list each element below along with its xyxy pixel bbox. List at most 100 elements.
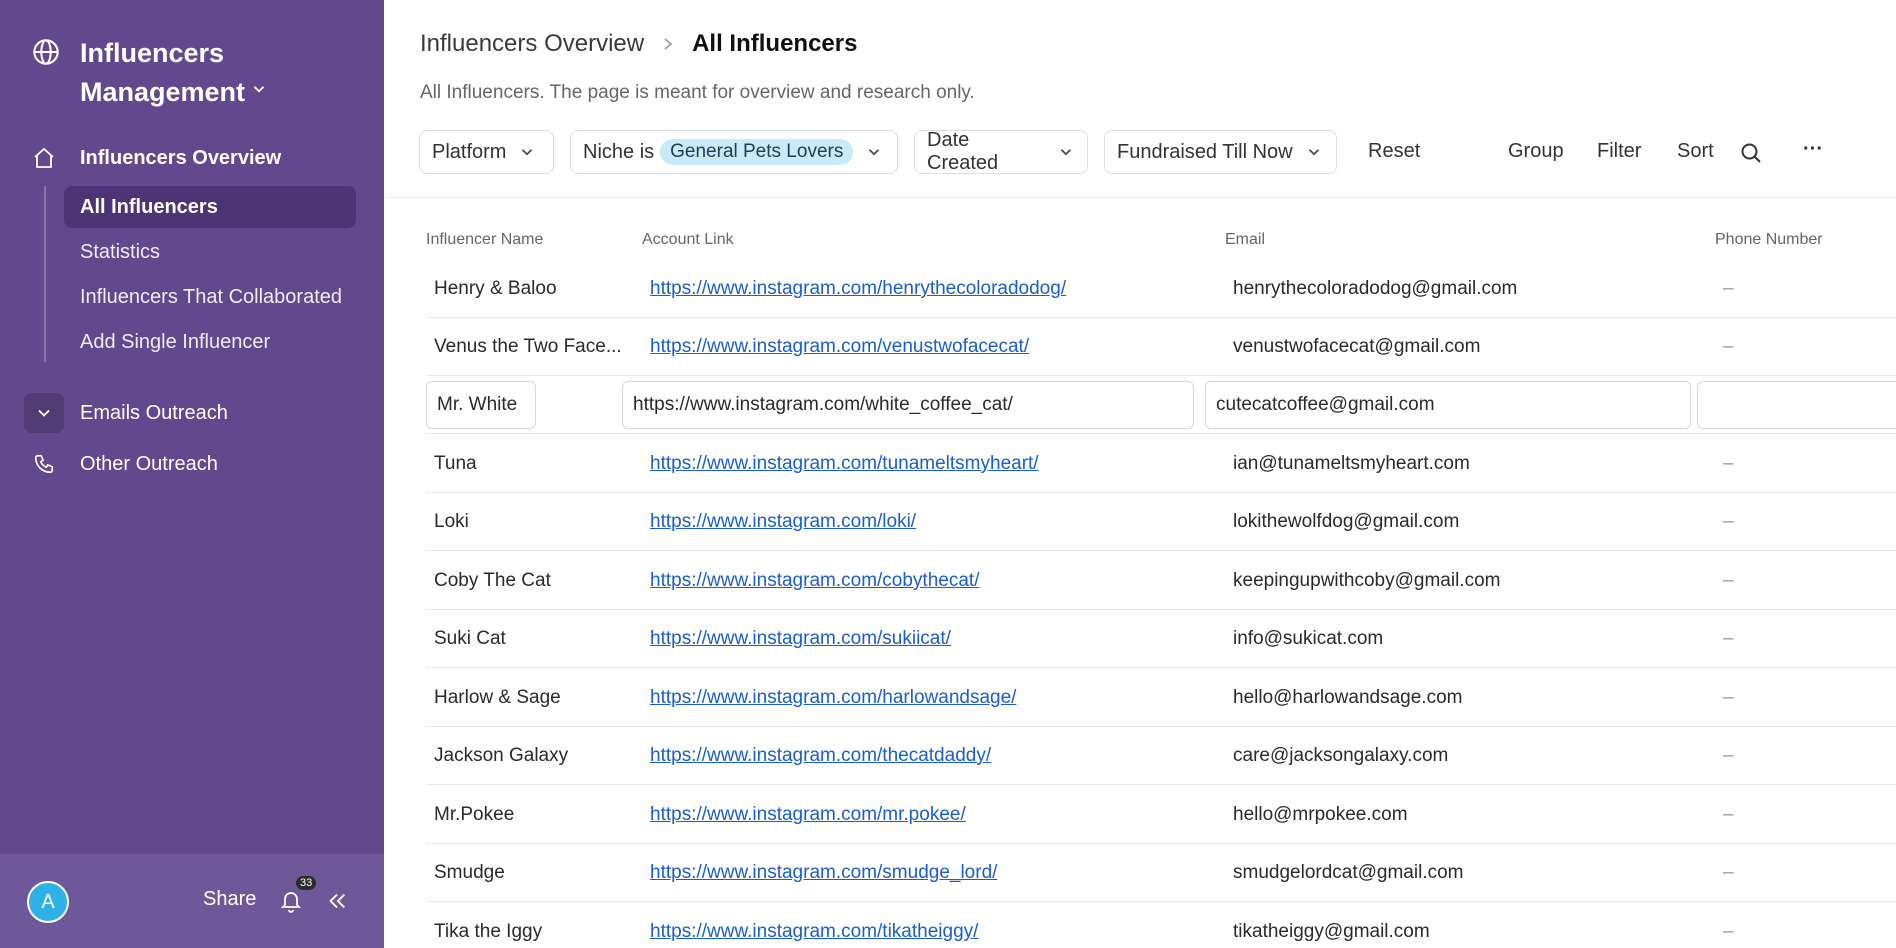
- account-link[interactable]: https://www.instagram.com/venustwofaceca…: [650, 336, 1029, 358]
- cell-email[interactable]: lokithewolfdog@gmail.com: [1233, 493, 1713, 551]
- account-link[interactable]: https://www.instagram.com/sukiicat/: [650, 628, 951, 650]
- account-link[interactable]: https://www.instagram.com/mr.pokee/: [650, 804, 966, 826]
- chevron-down-icon: [1308, 149, 1319, 156]
- sidebar-item-collaborated[interactable]: Influencers That Collaborated: [64, 276, 356, 318]
- niche-filter[interactable]: Niche is General Pets Lovers: [570, 130, 898, 174]
- account-link[interactable]: https://www.instagram.com/harlowandsage/: [650, 687, 1016, 709]
- cell-email[interactable]: ian@tunameltsmyheart.com: [1233, 435, 1713, 493]
- cell-name[interactable]: Henry & Baloo: [434, 260, 634, 318]
- cell-phone[interactable]: –: [1723, 493, 1893, 551]
- cell-email[interactable]: hello@harlowandsage.com: [1233, 669, 1713, 727]
- cell-name[interactable]: Jackson Galaxy: [434, 727, 634, 785]
- cell-email[interactable]: venustwofacecat@gmail.com: [1233, 318, 1713, 376]
- cell-name[interactable]: Coby The Cat: [434, 552, 634, 610]
- cell-name[interactable]: Suki Cat: [434, 610, 634, 668]
- sidebar-footer: A Share 33: [0, 854, 384, 948]
- cell-email[interactable]: info@sukicat.com: [1233, 610, 1713, 668]
- nav-emails-outreach[interactable]: Emails Outreach: [24, 392, 356, 434]
- double-chevron-left-icon[interactable]: [326, 890, 348, 912]
- cell-phone[interactable]: –: [1723, 844, 1893, 902]
- fundraised-filter[interactable]: Fundraised Till Now: [1104, 130, 1337, 174]
- cell-phone[interactable]: –: [1723, 260, 1893, 318]
- table-row[interactable]: Tika the Iggy https://www.instagram.com/…: [426, 903, 1896, 948]
- cell-phone[interactable]: –: [1723, 552, 1893, 610]
- table-row-editing[interactable]: Mr. White https://www.instagram.com/whit…: [426, 376, 1896, 434]
- filter-button[interactable]: Filter: [1597, 140, 1641, 163]
- table-row[interactable]: Venus the Two Face... https://www.instag…: [426, 318, 1896, 376]
- cell-phone[interactable]: –: [1723, 786, 1893, 844]
- table-row[interactable]: Harlow & Sage https://www.instagram.com/…: [426, 669, 1896, 727]
- cell-name[interactable]: Harlow & Sage: [434, 669, 634, 727]
- subnav: All Influencers Statistics Influencers T…: [44, 186, 356, 362]
- sidebar-item-add-single[interactable]: Add Single Influencer: [64, 321, 356, 363]
- niche-filter-value: General Pets Lovers: [660, 139, 854, 165]
- name-input[interactable]: Mr. White: [426, 381, 536, 429]
- cell-email[interactable]: care@jacksongalaxy.com: [1233, 727, 1713, 785]
- more-options-button[interactable]: ···: [1803, 138, 1823, 161]
- account-link[interactable]: https://www.instagram.com/thecatdaddy/: [650, 745, 991, 767]
- platform-filter[interactable]: Platform: [419, 130, 554, 174]
- reset-button[interactable]: Reset: [1368, 140, 1420, 163]
- account-link[interactable]: https://www.instagram.com/loki/: [650, 511, 916, 533]
- cell-phone[interactable]: –: [1723, 610, 1893, 668]
- chevron-down-icon: [522, 149, 533, 156]
- chevron-down-icon: [1061, 149, 1072, 156]
- cell-name[interactable]: Smudge: [434, 844, 634, 902]
- column-header-email[interactable]: Email: [1225, 231, 1265, 249]
- bell-icon[interactable]: [279, 888, 303, 914]
- sidebar-item-statistics[interactable]: Statistics: [64, 231, 356, 273]
- cell-name[interactable]: Tika the Iggy: [434, 903, 634, 948]
- cell-email[interactable]: hello@mrpokee.com: [1233, 786, 1713, 844]
- account-link[interactable]: https://www.instagram.com/cobythecat/: [650, 570, 979, 592]
- cell-phone[interactable]: –: [1723, 669, 1893, 727]
- table-row[interactable]: Jackson Galaxy https://www.instagram.com…: [426, 727, 1896, 785]
- date-created-label: Date Created: [927, 129, 999, 174]
- workspace-title: Influencers Management: [80, 38, 246, 107]
- cell-name[interactable]: Loki: [434, 493, 634, 551]
- table-row[interactable]: Loki https://www.instagram.com/loki/ lok…: [426, 493, 1896, 551]
- cell-email[interactable]: tikatheiggy@gmail.com: [1233, 903, 1713, 948]
- date-created-filter[interactable]: Date Created: [914, 129, 1088, 174]
- share-button[interactable]: Share: [203, 888, 256, 911]
- column-header-name[interactable]: Influencer Name: [426, 231, 543, 249]
- nav-other-outreach[interactable]: Other Outreach: [24, 443, 356, 485]
- breadcrumb: Influencers Overview All Influencers: [420, 30, 857, 58]
- group-button[interactable]: Group: [1508, 140, 1564, 163]
- account-link[interactable]: https://www.instagram.com/smudge_lord/: [650, 862, 997, 884]
- cell-email[interactable]: keepingupwithcoby@gmail.com: [1233, 552, 1713, 610]
- page-subtitle: All Influencers. The page is meant for o…: [420, 82, 975, 103]
- cell-phone[interactable]: –: [1723, 435, 1893, 493]
- chevron-down-icon[interactable]: [250, 80, 268, 98]
- table-row[interactable]: Coby The Cat https://www.instagram.com/c…: [426, 552, 1896, 610]
- breadcrumb-parent[interactable]: Influencers Overview: [420, 30, 644, 58]
- cell-phone[interactable]: –: [1723, 318, 1893, 376]
- cell-name[interactable]: Tuna: [434, 435, 634, 493]
- cell-name[interactable]: Mr.Pokee: [434, 786, 634, 844]
- column-header-phone[interactable]: Phone Number: [1715, 231, 1823, 249]
- cell-phone[interactable]: –: [1723, 727, 1893, 785]
- cell-name[interactable]: Venus the Two Face...: [434, 318, 634, 376]
- table-row[interactable]: Suki Cat https://www.instagram.com/sukii…: [426, 610, 1896, 668]
- cell-email[interactable]: smudgelordcat@gmail.com: [1233, 844, 1713, 902]
- table-row[interactable]: Tuna https://www.instagram.com/tunamelts…: [426, 435, 1896, 493]
- avatar[interactable]: A: [27, 881, 69, 923]
- sidebar-item-all-influencers[interactable]: All Influencers: [64, 186, 356, 228]
- account-link[interactable]: https://www.instagram.com/henrythecolora…: [650, 278, 1066, 300]
- cell-phone[interactable]: –: [1723, 903, 1893, 948]
- fundraised-label: Fundraised Till Now: [1117, 140, 1293, 163]
- account-link-input[interactable]: https://www.instagram.com/white_coffee_c…: [622, 381, 1194, 429]
- column-header-link[interactable]: Account Link: [642, 231, 734, 249]
- cell-email[interactable]: henrythecoloradodog@gmail.com: [1233, 260, 1713, 318]
- table-row[interactable]: Henry & Baloo https://www.instagram.com/…: [426, 260, 1896, 318]
- phone-input[interactable]: [1697, 381, 1896, 429]
- search-icon[interactable]: [1739, 141, 1763, 165]
- table-row[interactable]: Smudge https://www.instagram.com/smudge_…: [426, 844, 1896, 902]
- email-input[interactable]: cutecatcoffee@gmail.com: [1205, 381, 1691, 429]
- account-link[interactable]: https://www.instagram.com/tunameltsmyhea…: [650, 453, 1039, 475]
- sort-button[interactable]: Sort: [1677, 140, 1714, 163]
- table-row[interactable]: Mr.Pokee https://www.instagram.com/mr.po…: [426, 786, 1896, 844]
- nav-label: Other Outreach: [80, 452, 218, 475]
- chevron-down-icon[interactable]: [34, 403, 54, 423]
- account-link[interactable]: https://www.instagram.com/tikatheiggy/: [650, 921, 978, 943]
- nav-influencers-overview[interactable]: Influencers Overview: [24, 137, 356, 179]
